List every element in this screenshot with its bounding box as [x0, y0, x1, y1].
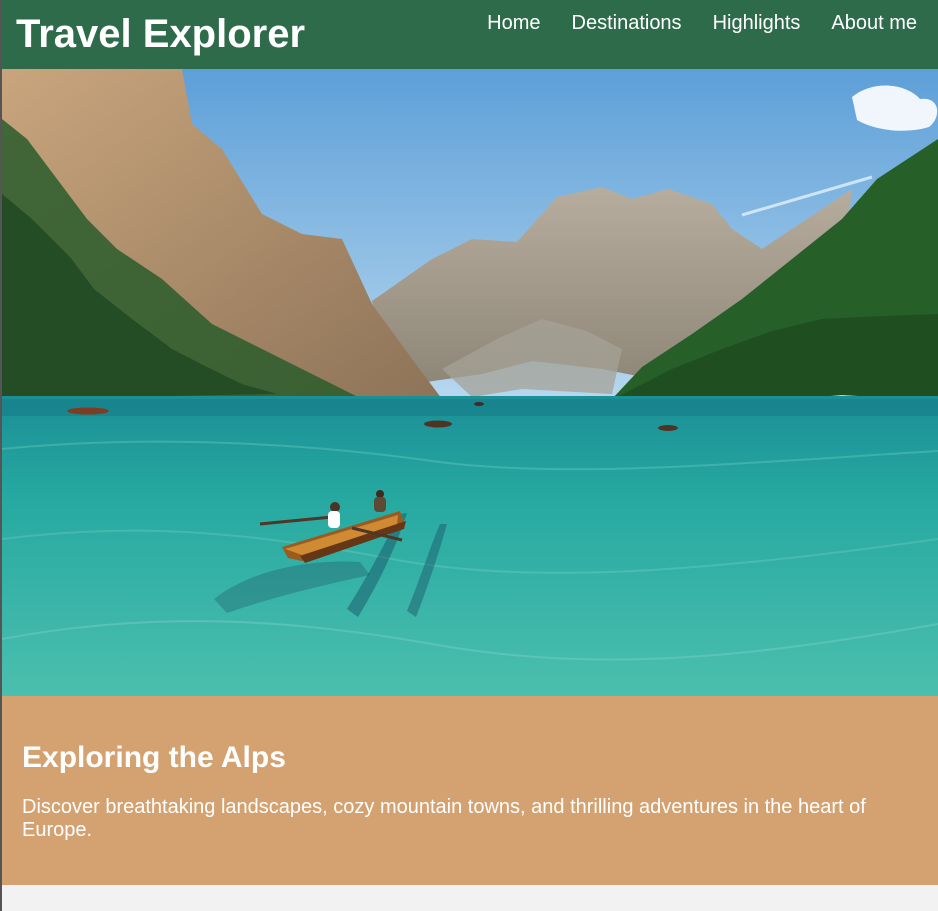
site-title[interactable]: Travel Explorer [16, 10, 305, 58]
nav-highlights[interactable]: Highlights [713, 11, 801, 35]
distant-boat [67, 407, 109, 415]
intro-section: Exploring the Alps Discover breathtaking… [2, 696, 938, 885]
person [376, 490, 384, 498]
nav-home[interactable]: Home [487, 11, 540, 35]
page-bottom-area [2, 885, 938, 911]
main-nav: Home Destinations Highlights About me [487, 11, 917, 35]
site-header: Travel Explorer Home Destinations Highli… [2, 0, 938, 69]
distant-boat [658, 425, 678, 431]
nav-about-me[interactable]: About me [831, 11, 917, 35]
person [328, 511, 340, 528]
distant-boat [424, 420, 452, 428]
distant-boat [474, 402, 484, 406]
page: Travel Explorer Home Destinations Highli… [0, 0, 938, 911]
intro-heading: Exploring the Alps [22, 741, 286, 774]
nav-destinations[interactable]: Destinations [572, 11, 682, 35]
person [374, 497, 386, 512]
water-shadow [2, 399, 938, 416]
alpine-lake-photo [2, 69, 938, 696]
intro-text: Discover breathtaking landscapes, cozy m… [22, 796, 866, 841]
person [330, 502, 340, 512]
hero-image [2, 69, 938, 696]
